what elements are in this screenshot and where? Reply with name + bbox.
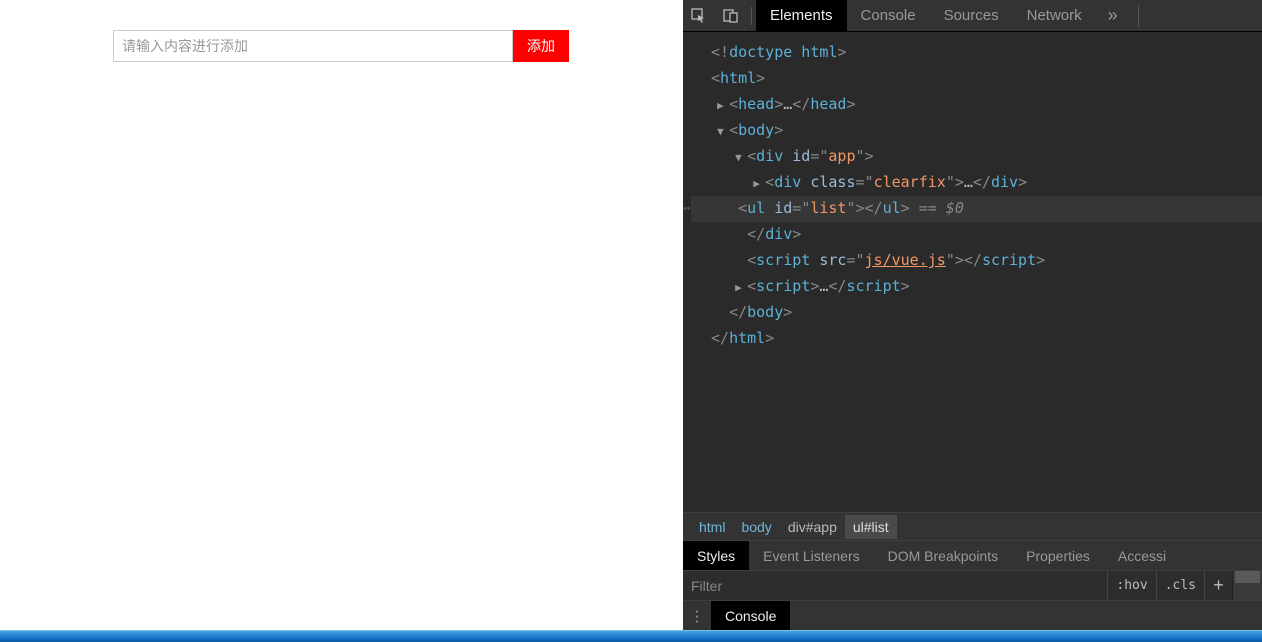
dom-line-html-open[interactable]: <html> [691,66,1262,92]
styles-tab-accessibility[interactable]: Accessi [1104,541,1180,570]
styles-scrollbar[interactable] [1232,571,1262,600]
content-input[interactable] [113,30,513,62]
inspect-element-icon[interactable] [683,0,715,32]
hov-toggle[interactable]: :hov [1107,571,1155,600]
styles-filter-input[interactable] [683,571,1107,600]
styles-tab-styles[interactable]: Styles [683,541,749,570]
add-button[interactable]: 添加 [513,30,569,62]
dom-line-script-src[interactable]: <script src="js/vue.js"></script> [691,248,1262,274]
add-form: 添加 [113,30,569,62]
styles-pane-tabs: Styles Event Listeners DOM Breakpoints P… [683,540,1262,570]
toolbar-separator [751,7,752,25]
dom-line-doctype[interactable]: <!doctype html> [691,40,1262,66]
dom-line-script2[interactable]: ▶<script>…</script> [691,274,1262,300]
breadcrumb-html[interactable]: html [691,519,733,535]
dom-line-body-close[interactable]: </body> [691,300,1262,326]
console-drawer: ⋮ Console [683,600,1262,630]
dom-line-div-app-close[interactable]: </div> [691,222,1262,248]
drawer-tab-console[interactable]: Console [711,601,790,630]
dom-line-body-open[interactable]: ▼<body> [691,118,1262,144]
windows-taskbar[interactable] [0,630,1262,642]
styles-tab-properties[interactable]: Properties [1012,541,1104,570]
tab-console[interactable]: Console [847,0,930,32]
dom-line-html-close[interactable]: </html> [691,326,1262,352]
styles-filter-row: :hov .cls + [683,570,1262,600]
breadcrumb-div-app[interactable]: div#app [780,519,845,535]
drawer-menu-icon[interactable]: ⋮ [683,607,711,625]
dom-line-ul-list[interactable]: ⋯ <ul id="list"></ul> == $0 [691,196,1262,222]
device-toggle-icon[interactable] [715,0,747,32]
breadcrumb-ul-list[interactable]: ul#list [845,515,897,539]
toolbar-separator [1138,5,1139,27]
dom-line-div-app-open[interactable]: ▼<div id="app"> [691,144,1262,170]
devtools-tabs: Elements Console Sources Network [756,0,1096,32]
styles-tab-event-listeners[interactable]: Event Listeners [749,541,874,570]
dom-line-div-clearfix[interactable]: ▶<div class="clearfix">…</div> [691,170,1262,196]
devtools-toolbar: Elements Console Sources Network » [683,0,1262,32]
tab-network[interactable]: Network [1013,0,1096,32]
rendered-page: 添加 [0,0,683,630]
breadcrumb-body[interactable]: body [733,519,779,535]
tabs-overflow-icon[interactable]: » [1096,5,1130,26]
dom-line-head[interactable]: ▶<head>…</head> [691,92,1262,118]
new-style-rule-icon[interactable]: + [1204,571,1232,600]
elements-tree[interactable]: <!doctype html> <html> ▶<head>…</head> ▼… [683,32,1262,512]
styles-tab-dom-breakpoints[interactable]: DOM Breakpoints [874,541,1012,570]
elements-breadcrumb: html body div#app ul#list [683,512,1262,540]
tab-elements[interactable]: Elements [756,0,847,32]
devtools-panel: Elements Console Sources Network » <!doc… [683,0,1262,630]
tab-sources[interactable]: Sources [930,0,1013,32]
cls-toggle[interactable]: .cls [1156,571,1204,600]
